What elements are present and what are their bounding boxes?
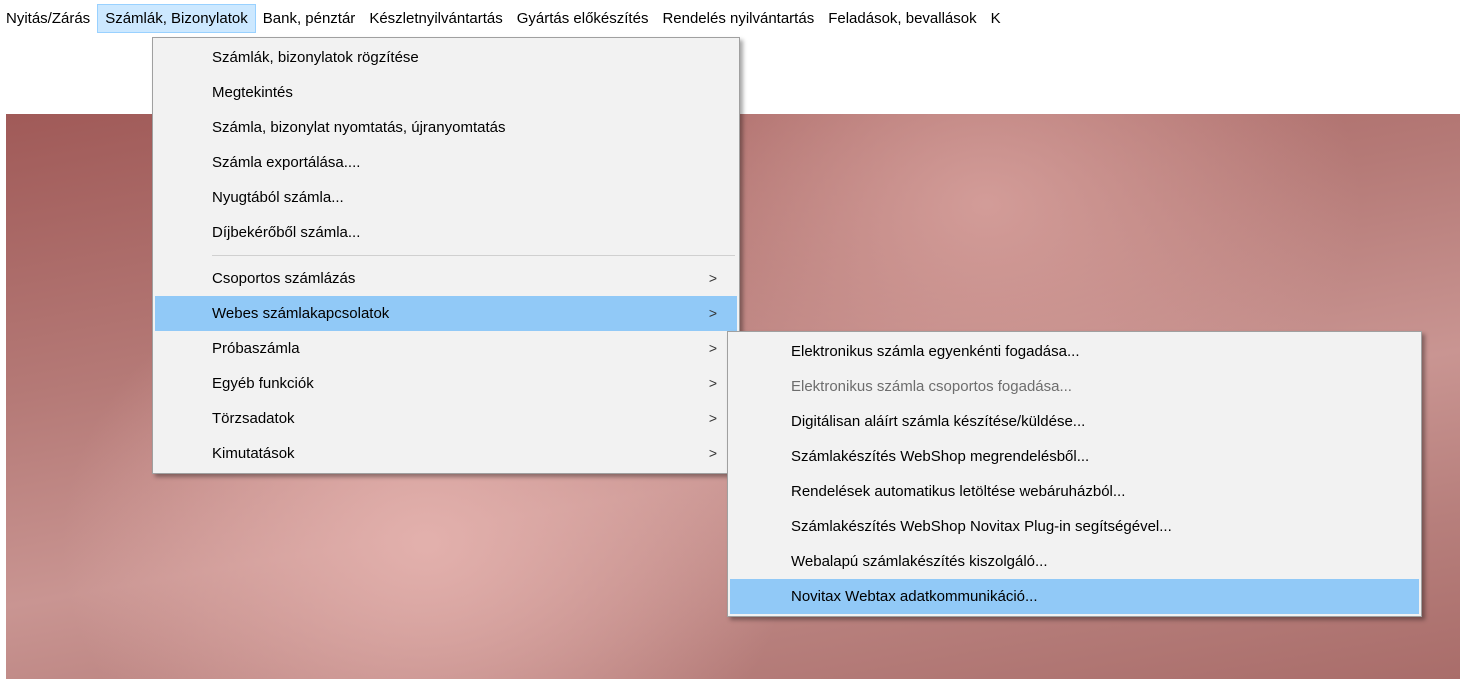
menu-item-invoice-from-proforma[interactable]: Díjbekérőből számla... [155, 215, 737, 250]
submenu-arrow-icon: > [708, 305, 717, 321]
menu-truncated-item[interactable]: K [984, 4, 1008, 33]
submenu-item-receive-single-einvoice[interactable]: Elektronikus számla egyenkénti fogadása.… [730, 334, 1419, 369]
menu-bar: Nyitás/Zárás Számlák, Bizonylatok Bank, … [0, 0, 1460, 37]
menu-item-label: Próbaszámla [212, 340, 300, 357]
menu-bank-cash[interactable]: Bank, pénztár [256, 4, 363, 33]
submenu-arrow-icon: > [708, 340, 717, 356]
menu-open-close[interactable]: Nyitás/Zárás [0, 4, 97, 33]
menu-item-label: Egyéb funkciók [212, 375, 314, 392]
web-connections-submenu: Elektronikus számla egyenkénti fogadása.… [727, 331, 1422, 617]
menu-item-reports[interactable]: Kimutatások > [155, 436, 737, 471]
submenu-arrow-icon: > [708, 375, 717, 391]
menu-item-label: Kimutatások [212, 445, 295, 462]
menu-item-label: Törzsadatok [212, 410, 295, 427]
submenu-item-receive-batch-einvoice: Elektronikus számla csoportos fogadása..… [791, 378, 1072, 395]
menu-item-web-invoice-connections[interactable]: Webes számlakapcsolatok > [155, 296, 737, 331]
invoices-dropdown-menu: Számlák, bizonylatok rögzítése Megtekint… [152, 37, 740, 474]
menu-item-label: Csoportos számlázás [212, 270, 356, 287]
submenu-item-webshop-plugin-invoicing[interactable]: Számlakészítés WebShop Novitax Plug-in s… [730, 509, 1419, 544]
submenu-item-digitally-signed-invoice[interactable]: Digitálisan aláírt számla készítése/küld… [730, 404, 1419, 439]
menu-item-other-functions[interactable]: Egyéb funkciók > [155, 366, 737, 401]
menu-production-prep[interactable]: Gyártás előkészítés [510, 4, 656, 33]
menu-item-export-invoice[interactable]: Számla exportálása.... [155, 145, 737, 180]
menu-item-record-invoices[interactable]: Számlák, bizonylatok rögzítése [155, 40, 737, 75]
menu-item-print-invoice[interactable]: Számla, bizonylat nyomtatás, újranyomtat… [155, 110, 737, 145]
menu-invoices[interactable]: Számlák, Bizonylatok [97, 4, 256, 33]
submenu-item-invoice-from-webshop-order[interactable]: Számlakészítés WebShop megrendelésből... [730, 439, 1419, 474]
menu-item-invoice-from-receipt[interactable]: Nyugtából számla... [155, 180, 737, 215]
submenu-item-auto-download-orders[interactable]: Rendelések automatikus letöltése webáruh… [730, 474, 1419, 509]
submenu-item-web-invoicing-server[interactable]: Webalapú számlakészítés kiszolgáló... [730, 544, 1419, 579]
submenu-arrow-icon: > [708, 445, 717, 461]
menu-item-proforma[interactable]: Próbaszámla > [155, 331, 737, 366]
menu-item-label: Webes számlakapcsolatok [212, 305, 390, 322]
menu-item-master-data[interactable]: Törzsadatok > [155, 401, 737, 436]
menu-postings-returns[interactable]: Feladások, bevallások [821, 4, 983, 33]
menu-order-records[interactable]: Rendelés nyilvántartás [655, 4, 821, 33]
menu-separator [212, 255, 735, 256]
menu-inventory[interactable]: Készletnyilvántartás [362, 4, 509, 33]
menu-item-batch-invoicing[interactable]: Csoportos számlázás > [155, 261, 737, 296]
submenu-item-webtax-data-communication[interactable]: Novitax Webtax adatkommunikáció... [730, 579, 1419, 614]
menu-item-view[interactable]: Megtekintés [155, 75, 737, 110]
submenu-arrow-icon: > [708, 270, 717, 286]
submenu-arrow-icon: > [708, 410, 717, 426]
